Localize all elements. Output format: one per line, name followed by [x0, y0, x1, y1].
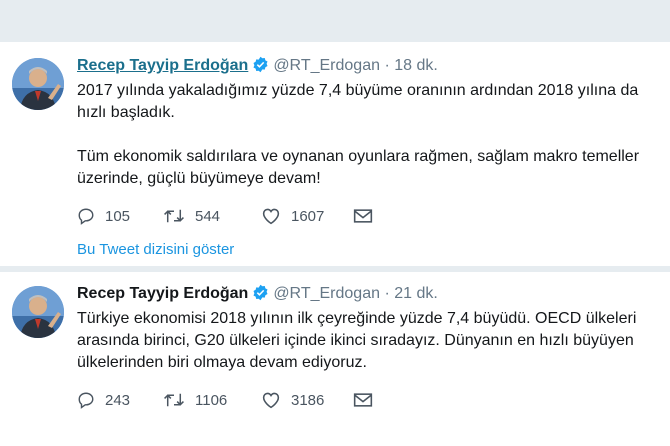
reply-button[interactable]: 243	[77, 391, 163, 409]
timestamp[interactable]: 18 dk.	[394, 57, 438, 74]
separator-dot: ·	[384, 57, 390, 74]
tweet[interactable]: Recep Tayyip Erdoğan @RT_Erdogan · 21 dk.…	[0, 272, 670, 446]
like-count: 3186	[291, 391, 325, 409]
like-button[interactable]: 3186	[261, 391, 353, 409]
author-handle[interactable]: @RT_Erdogan	[273, 57, 380, 74]
reply-count: 105	[105, 207, 131, 225]
like-button[interactable]: 1607	[261, 207, 353, 225]
tweet[interactable]: Recep Tayyip Erdoğan @RT_Erdogan · 18 dk.…	[0, 42, 670, 266]
avatar[interactable]	[12, 286, 64, 338]
like-count: 1607	[291, 207, 325, 225]
author-name[interactable]: Recep Tayyip Erdoğan	[77, 57, 248, 74]
retweet-button[interactable]: 1106	[163, 391, 261, 409]
retweet-count: 544	[195, 207, 221, 225]
heart-icon	[262, 208, 280, 225]
separator-dot: ·	[384, 285, 390, 302]
timestamp[interactable]: 21 dk.	[394, 285, 438, 302]
reply-icon	[78, 208, 94, 225]
envelope-icon	[353, 393, 373, 407]
direct-message-button[interactable]	[353, 208, 449, 224]
tweet-actions: 243 1106 3186	[77, 390, 449, 410]
retweet-button[interactable]: 544	[163, 207, 261, 225]
verified-badge-icon	[252, 284, 269, 307]
tweet-content: Recep Tayyip Erdoğan @RT_Erdogan · 18 dk.…	[77, 56, 656, 190]
tweet-content: Recep Tayyip Erdoğan @RT_Erdogan · 21 dk.…	[77, 284, 656, 374]
author-handle[interactable]: @RT_Erdogan	[273, 285, 380, 302]
avatar[interactable]	[12, 58, 64, 110]
tweet-paragraph: 2017 yılında yakaladığımız yüzde 7,4 büy…	[77, 82, 639, 121]
reply-button[interactable]: 105	[77, 207, 163, 225]
retweet-icon	[164, 209, 184, 223]
direct-message-button[interactable]	[353, 392, 449, 408]
retweet-count: 1106	[195, 391, 228, 409]
tweet-text: Türkiye ekonomisi 2018 yılının ilk çeyre…	[77, 308, 656, 374]
author-name[interactable]: Recep Tayyip Erdoğan	[77, 285, 248, 302]
tweet-paragraph: Türkiye ekonomisi 2018 yılının ilk çeyre…	[77, 310, 637, 371]
show-thread-link[interactable]: Bu Tweet dizisini göster	[77, 241, 234, 258]
heart-icon	[262, 392, 280, 409]
reply-count: 243	[105, 391, 131, 409]
reply-icon	[78, 392, 94, 409]
tweet-header: Recep Tayyip Erdoğan @RT_Erdogan · 18 dk.	[77, 56, 656, 78]
retweet-icon	[164, 393, 184, 407]
verified-badge-icon	[252, 56, 269, 79]
tweet-paragraph: Tüm ekonomik saldırılara ve oynanan oyun…	[77, 148, 640, 187]
tweet-text: 2017 yılında yakaladığımız yüzde 7,4 büy…	[77, 80, 656, 190]
tweet-header: Recep Tayyip Erdoğan @RT_Erdogan · 21 dk.	[77, 284, 656, 306]
tweet-actions: 105 544 1607	[77, 206, 449, 226]
tweet-feed: Recep Tayyip Erdoğan @RT_Erdogan · 18 dk.…	[0, 0, 670, 446]
envelope-icon	[353, 209, 373, 223]
